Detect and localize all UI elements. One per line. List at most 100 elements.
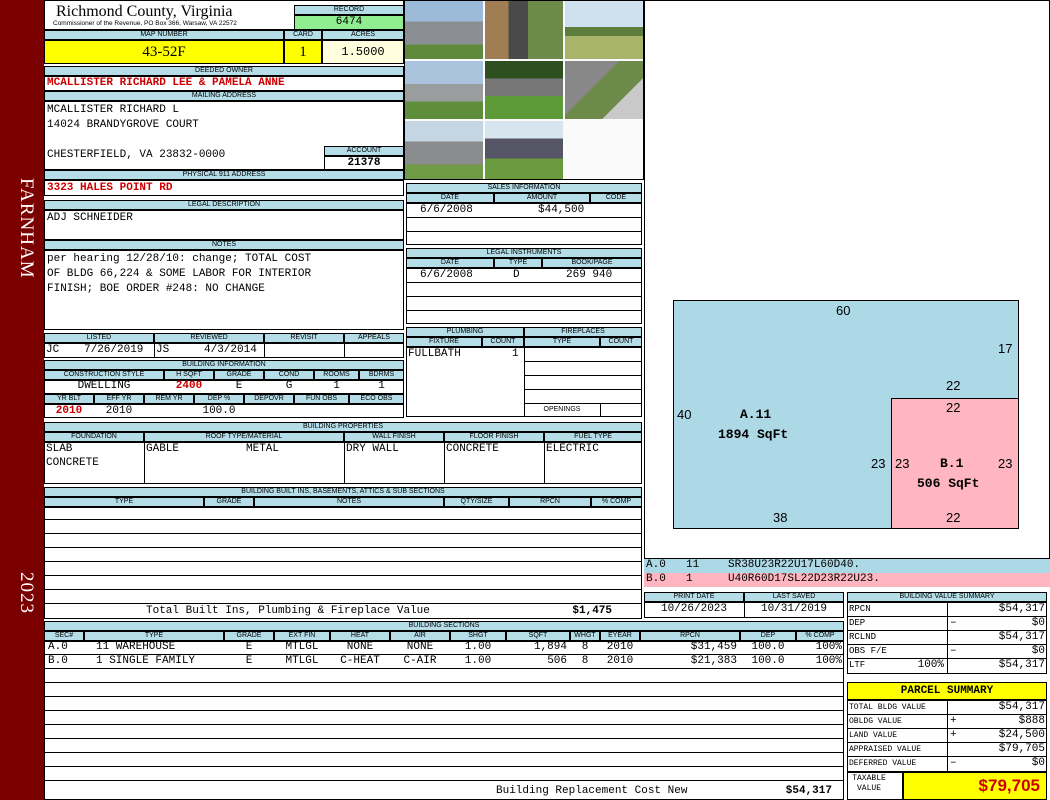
roof-material: METAL — [246, 443, 280, 455]
bdrms-value: 1 — [378, 380, 385, 392]
acres-label: ACRES — [322, 30, 404, 40]
col-sec-whgt: WHGT — [570, 631, 600, 641]
account-label: ACCOUNT — [324, 146, 404, 156]
col-grade: GRADE — [214, 370, 264, 380]
legal-description: ADJ SCHNEIDER — [47, 212, 133, 224]
sections-label: BUILDING SECTIONS — [44, 621, 844, 631]
card-number: 1 — [284, 40, 322, 64]
mailing-line-2: 14024 BRANDYGROVE COURT — [47, 119, 199, 131]
col-depovr: DEPOVR — [244, 394, 294, 404]
print-date-label: PRINT DATE — [644, 592, 744, 602]
builtins-total-label: Total Built Ins, Plumbing & Fireplace Va… — [146, 605, 430, 617]
mailing-line-1: MCALLISTER RICHARD L — [47, 104, 180, 116]
photo-6[interactable] — [565, 61, 643, 119]
props-label: BUILDING PROPERTIES — [44, 422, 642, 432]
photo-7[interactable] — [405, 121, 483, 179]
listed-date: 7/26/2019 — [84, 344, 144, 356]
col-instr-date: DATE — [406, 258, 494, 268]
sec-b-air: C-AIR — [403, 655, 437, 667]
foundation-2: CONCRETE — [46, 457, 99, 469]
builtins-total: $1,475 — [572, 605, 612, 617]
wall-finish: DRY WALL — [346, 443, 399, 455]
bvs-rpcn: $54,317 — [998, 603, 1045, 615]
col-ecoobs: ECO OBS — [349, 394, 404, 404]
col-bi-notes: NOTES — [254, 497, 444, 507]
mailing-label: MAILING ADDRESS — [44, 91, 404, 101]
county-title: Richmond County, Virginia — [56, 3, 233, 20]
sec-a-rpcn: $31,459 — [690, 641, 737, 653]
foundation-1: SLAB — [46, 443, 73, 455]
dim-bottom-a: 38 — [773, 510, 788, 525]
section-a-area: 1894 SqFt — [718, 427, 789, 442]
owner-name: MCALLISTER RICHARD LEE & PAMELA ANNE — [47, 77, 285, 89]
col-bi-qty: QTY/SIZE — [444, 497, 509, 507]
sec-b-sqft: 506 — [547, 655, 567, 667]
sec-b-rpcn: $21,383 — [690, 655, 737, 667]
reviewed-by: JS — [156, 344, 170, 356]
photo-3[interactable] — [565, 1, 643, 59]
col-foundation: FOUNDATION — [44, 432, 144, 442]
sec-a-air: NONE — [406, 641, 434, 653]
col-remyr: REM YR — [144, 394, 194, 404]
sec-b-comp: 100% — [815, 655, 842, 667]
col-floor: FLOOR FINISH — [444, 432, 544, 442]
notes-line-2: OF BLDG 66,224 & SOME LABOR FOR INTERIOR — [47, 268, 312, 280]
heated-sqft: 2400 — [175, 380, 203, 392]
map-label: MAP NUMBER — [44, 30, 284, 40]
sale-amount: $44,500 — [538, 204, 585, 216]
construction-style: DWELLING — [77, 380, 131, 392]
listed-label: LISTED — [44, 333, 154, 343]
sales-label: SALES INFORMATION — [406, 183, 642, 193]
col-fixture-count: COUNT — [482, 337, 524, 347]
dim-mid: 22 — [946, 378, 961, 393]
parcel-bldg-value: $54,317 — [998, 701, 1045, 713]
commissioner-line: Commissioner of the Revenue, PO Box 366,… — [53, 20, 237, 27]
listed-by: JC — [46, 344, 60, 356]
instr-label: LEGAL INSTRUMENTS — [406, 248, 642, 258]
sec-a-sqft: 1,894 — [533, 641, 567, 653]
mailing-line-4: CHESTERFIELD, VA 23832-0000 — [47, 149, 226, 161]
col-hsqft: H SQFT — [164, 370, 214, 380]
parcel-deferred-value: $0 — [1031, 757, 1045, 769]
col-yrblt: YR BLT — [44, 394, 94, 404]
col-sale-date: DATE — [406, 193, 494, 203]
photo-2[interactable] — [485, 1, 563, 59]
sec-a-extfin: MTLGL — [285, 641, 319, 653]
address-label: PHYSICAL 911 ADDRESS — [44, 170, 404, 180]
sec-b-id: B.0 — [48, 655, 68, 667]
col-fire-count: COUNT — [600, 337, 642, 347]
sec-a-type: 11 WAREHOUSE — [96, 641, 176, 653]
col-sec-sqft: SQFT — [506, 631, 570, 641]
floor-finish: CONCRETE — [446, 443, 499, 455]
replacement-cost: $54,317 — [785, 785, 832, 797]
col-sale-amount: AMOUNT — [494, 193, 590, 203]
parcel-deferred-label: DEFERRED VALUE — [849, 759, 917, 768]
code-b-n: 1 — [686, 573, 693, 585]
last-saved: 10/31/2019 — [760, 603, 827, 615]
sec-b-type: 1 SINGLE FAMILY — [96, 655, 196, 667]
dim-b-top: 22 — [946, 400, 961, 415]
photo-4[interactable] — [405, 61, 483, 119]
bvs-ltf: $54,317 — [998, 659, 1045, 671]
col-instr-book: BOOK/PAGE — [542, 258, 642, 268]
year-label: 2023 — [16, 572, 37, 614]
code-a-sec: A.0 — [646, 559, 666, 571]
sec-a-shgt: 1.00 — [464, 641, 492, 653]
code-a-string: SR38U23R22U17L60D40. — [728, 559, 861, 571]
photo-1[interactable] — [405, 1, 483, 59]
grade-value: E — [235, 380, 243, 392]
sale-date: 6/6/2008 — [420, 204, 473, 216]
photo-5[interactable] — [485, 61, 563, 119]
owner-label: DEEDED OWNER — [44, 66, 404, 76]
bvs-dep-label: DEP — [849, 618, 866, 628]
instr-date: 6/6/2008 — [420, 269, 473, 281]
sec-b-heat: C-HEAT — [340, 655, 380, 667]
rooms-value: 1 — [333, 380, 340, 392]
bvs-dep: $0 — [1031, 617, 1045, 629]
sec-a-dep: 100.0 — [751, 641, 785, 653]
col-bi-rpcn: RPCN — [509, 497, 591, 507]
col-sec-rpcn: RPCN — [640, 631, 740, 641]
dep-pct: 100.0 — [202, 405, 236, 417]
dim-right-upper: 17 — [998, 341, 1013, 356]
photo-8[interactable] — [485, 121, 563, 179]
